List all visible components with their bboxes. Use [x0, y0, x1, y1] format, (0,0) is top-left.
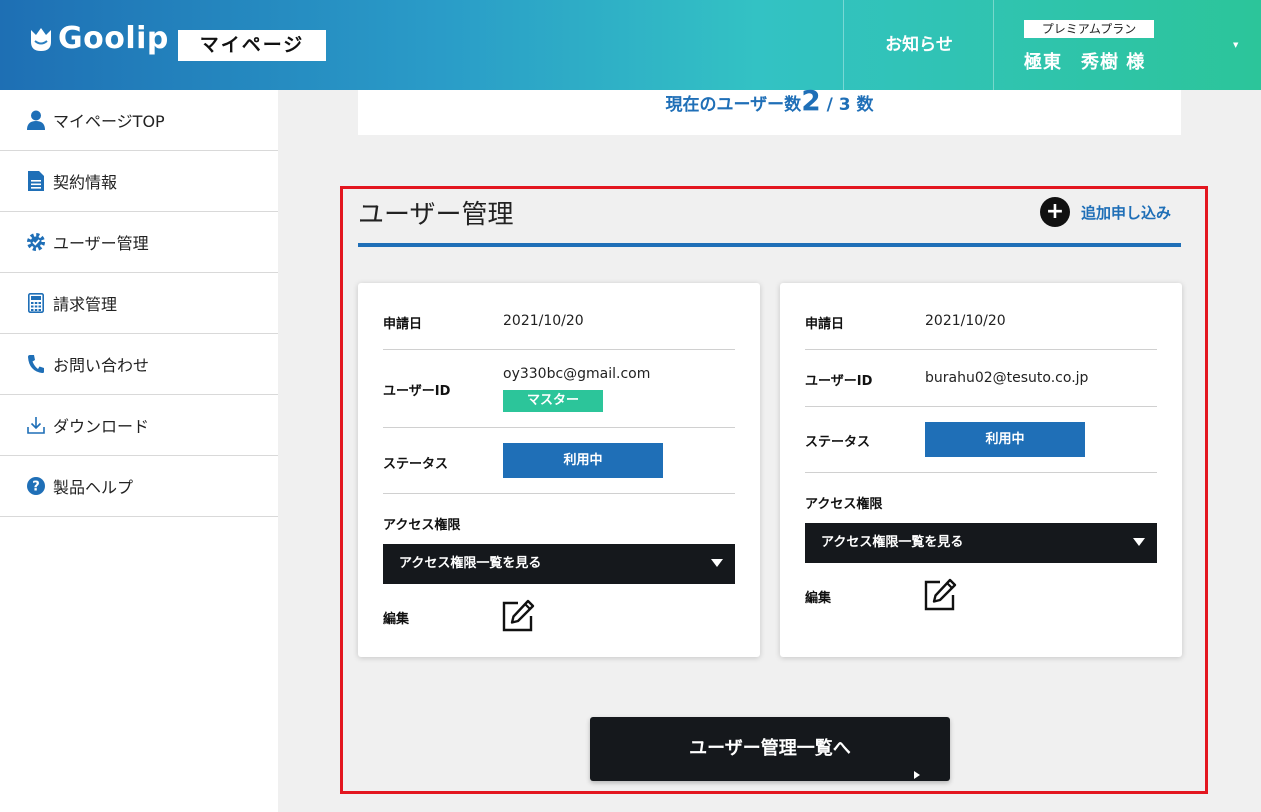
sidebar-item-contract[interactable]: 契約情報 [0, 151, 278, 212]
row-divider [383, 427, 735, 428]
sidebar-item-user-management[interactable]: ユーザー管理 [0, 212, 278, 273]
sidebar-item-mypage-top[interactable]: マイページTOP [0, 90, 278, 151]
user-count: 現在のユーザー数2 / 3 数 [358, 84, 1181, 117]
notice-link[interactable]: お知らせ [844, 0, 994, 90]
apply-date-value: 2021/10/20 [503, 313, 584, 329]
edit-icon[interactable] [923, 578, 957, 612]
sidebar-item-label: 製品ヘルプ [53, 478, 134, 497]
list-button-label: ユーザー管理一覧へ [689, 738, 851, 759]
help-icon: ? [26, 476, 46, 496]
edit-label: 編集 [383, 612, 410, 627]
user-count-panel: 現在のユーザー数2 / 3 数 [358, 84, 1181, 135]
download-icon [26, 415, 46, 435]
user-count-current: 2 [801, 84, 821, 117]
logo-text: Goolip [58, 21, 169, 56]
master-badge: マスター [503, 390, 603, 412]
phone-icon [26, 354, 46, 374]
user-id-value: oy330bc@gmail.com [503, 366, 651, 382]
apply-date-label: 申請日 [383, 317, 423, 332]
sidebar-item-billing[interactable]: 請求管理 [0, 273, 278, 334]
sidebar-item-label: マイページTOP [53, 112, 165, 131]
user-id-value: burahu02@tesuto.co.jp [925, 370, 1089, 386]
row-divider [805, 406, 1157, 407]
user-icon [26, 110, 46, 130]
row-divider [383, 493, 735, 494]
status-button[interactable]: 利用中 [503, 443, 663, 478]
sidebar-item-download[interactable]: ダウンロード [0, 395, 278, 456]
access-label: アクセス権限 [383, 518, 461, 533]
plus-icon: + [1040, 197, 1070, 227]
header-divider [993, 0, 994, 90]
user-gear-icon [26, 232, 46, 252]
arrow-right-icon [913, 743, 921, 779]
edit-label: 編集 [805, 591, 832, 606]
row-divider [805, 472, 1157, 473]
user-id-label: ユーザーID [383, 384, 451, 399]
add-application-label: 追加申し込み [1081, 203, 1172, 222]
sidebar-item-label: ユーザー管理 [53, 234, 149, 253]
access-dropdown[interactable]: アクセス権限一覧を見る [383, 544, 735, 584]
sidebar-item-help[interactable]: ? 製品ヘルプ [0, 456, 278, 517]
section-title: ユーザー管理 [358, 200, 514, 230]
add-application-button[interactable]: + 追加申し込み [1040, 197, 1171, 227]
apply-date-value: 2021/10/20 [925, 313, 1006, 329]
sidebar: マイページTOP 契約情報 ユーザー管理 請求管理 お問い合わせ ダウンロード … [0, 90, 278, 812]
access-label: アクセス権限 [805, 497, 883, 512]
mypage-badge: マイページ [178, 30, 326, 61]
section-divider [358, 243, 1181, 247]
user-name[interactable]: 極東 秀樹 様 [1024, 48, 1145, 74]
access-dropdown-label: アクセス権限一覧を見る [399, 556, 542, 571]
sidebar-item-label: 請求管理 [53, 295, 118, 314]
sidebar-item-label: 契約情報 [53, 173, 118, 192]
user-card: 申請日 2021/10/20 ユーザーID burahu02@tesuto.co… [780, 283, 1182, 657]
svg-text:?: ? [32, 480, 40, 495]
sidebar-item-label: ダウンロード [53, 417, 150, 436]
tulip-icon [28, 24, 54, 54]
user-count-prefix: 現在のユーザー数 [665, 95, 802, 115]
row-divider [805, 349, 1157, 350]
user-count-suffix: 数 [850, 95, 874, 115]
apply-date-label: 申請日 [805, 317, 845, 332]
user-card: 申請日 2021/10/20 ユーザーID oy330bc@gmail.com … [358, 283, 760, 657]
status-label: ステータス [805, 435, 871, 450]
user-management-list-button[interactable]: ユーザー管理一覧へ [590, 717, 950, 781]
caret-down-icon [711, 559, 723, 567]
chevron-down-icon[interactable]: ▼ [1233, 41, 1238, 49]
access-dropdown-label: アクセス権限一覧を見る [821, 535, 964, 550]
status-label: ステータス [383, 457, 449, 472]
app-header: Goolip マイページ お知らせ プレミアムプラン 極東 秀樹 様 ▼ [0, 0, 1261, 90]
sidebar-item-contact[interactable]: お問い合わせ [0, 334, 278, 395]
user-count-separator: / [820, 95, 839, 115]
edit-icon[interactable] [501, 599, 535, 633]
sidebar-item-label: お問い合わせ [53, 356, 150, 375]
caret-down-icon [1133, 538, 1145, 546]
document-icon [26, 171, 46, 191]
logo[interactable]: Goolip [28, 24, 169, 54]
user-count-max: 3 [838, 95, 851, 115]
plan-badge: プレミアムプラン [1024, 20, 1154, 38]
user-id-label: ユーザーID [805, 374, 873, 389]
row-divider [383, 349, 735, 350]
status-button[interactable]: 利用中 [925, 422, 1085, 457]
access-dropdown[interactable]: アクセス権限一覧を見る [805, 523, 1157, 563]
calculator-icon [26, 293, 46, 313]
